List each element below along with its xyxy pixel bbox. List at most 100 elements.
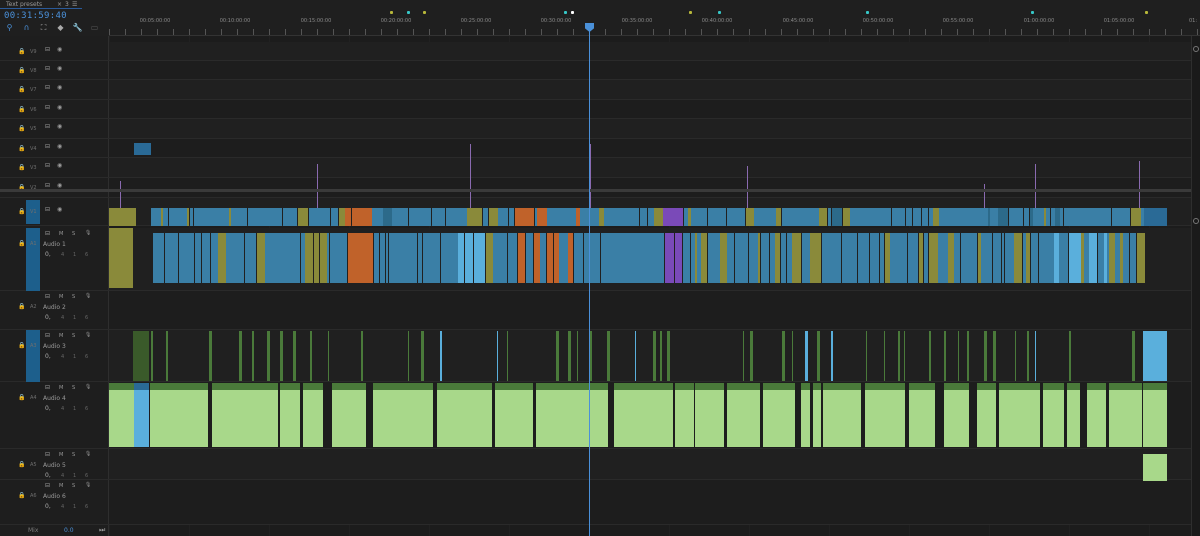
captions-icon[interactable]: ▭ (88, 23, 101, 34)
vertical-scrollbar[interactable] (1191, 36, 1200, 536)
video-clip-v1[interactable] (913, 208, 921, 226)
audio-clip-a1[interactable] (618, 233, 626, 283)
video-clip-v1[interactable] (746, 208, 754, 226)
sync-lock-icon[interactable]: ⊟ (45, 123, 50, 130)
sync-lock-icon[interactable]: ⊟ (45, 84, 50, 91)
video-clip-v1[interactable] (521, 208, 529, 226)
audio-clip-a4[interactable] (763, 383, 795, 447)
video-clip-v1[interactable] (205, 208, 215, 226)
video-clip-v1[interactable] (945, 208, 954, 226)
video-clip-v1[interactable] (169, 208, 176, 226)
video-audio-divider[interactable] (0, 189, 1200, 192)
audio-clip-a4[interactable] (1087, 383, 1106, 447)
audio-lane-a5[interactable] (109, 449, 1191, 480)
scroll-zoom-handle-top[interactable] (1193, 46, 1199, 52)
mute-button[interactable]: M (59, 294, 63, 300)
video-clip-v1[interactable] (828, 208, 831, 226)
video-clip-v1[interactable] (727, 208, 735, 226)
audio-clip-a5[interactable] (1143, 454, 1167, 481)
audio-clip-a1[interactable] (271, 233, 280, 283)
video-clip-v1[interactable] (636, 208, 639, 226)
audio-clip-a1[interactable] (727, 233, 734, 283)
audio-clip-a1[interactable] (898, 233, 907, 283)
audio-clip-a1[interactable] (824, 233, 832, 283)
track-target-a5[interactable]: A5 (30, 462, 37, 468)
audio-clip-a1[interactable] (910, 233, 918, 283)
video-clip-v1[interactable] (854, 208, 861, 226)
audio-clip-a1[interactable] (449, 233, 458, 283)
timeline-tracks[interactable] (109, 36, 1191, 536)
audio-clip-a3[interactable] (750, 331, 753, 381)
audio-clip-a4[interactable] (944, 383, 969, 447)
video-clip-v1[interactable] (1033, 208, 1040, 226)
video-clip-v1[interactable] (990, 208, 998, 226)
sync-lock-icon[interactable]: ⊟ (45, 162, 50, 169)
audio-clip-a1[interactable] (1069, 233, 1077, 283)
audio-clip-a4[interactable] (596, 383, 608, 447)
audio-clip-a1[interactable] (601, 233, 609, 283)
audio-clip-a3[interactable] (133, 331, 149, 381)
track-volume[interactable]: 0, (45, 251, 51, 258)
audio-clip-a1[interactable] (174, 233, 178, 283)
audio-clip-a1[interactable] (568, 233, 573, 283)
audio-clip-a1[interactable] (179, 233, 187, 283)
track-target-v8[interactable]: V8 (30, 68, 37, 74)
audio-clip-a3[interactable] (984, 331, 987, 381)
video-clip-v1[interactable] (806, 208, 813, 226)
audio-clip-a1[interactable] (792, 233, 801, 283)
add-marker-icon[interactable]: ◆ (54, 23, 67, 34)
video-clip-v1[interactable] (742, 208, 745, 226)
video-clip-thin[interactable] (470, 144, 471, 208)
audio-clip-a1[interactable] (961, 233, 970, 283)
audio-clip-a1[interactable] (382, 233, 385, 283)
video-clip-v1[interactable] (440, 208, 445, 226)
audio-clip-a1[interactable] (1123, 233, 1129, 283)
audio-clip-a1[interactable] (551, 233, 553, 283)
video-clip-v1[interactable] (240, 208, 247, 226)
video-clip-v1[interactable] (412, 208, 419, 226)
video-clip-v1[interactable] (885, 208, 891, 226)
video-clip-v1[interactable] (723, 208, 726, 226)
video-clip-v1[interactable] (187, 208, 189, 226)
eye-icon[interactable]: ◉ (57, 123, 62, 130)
audio-clip-a4[interactable] (303, 383, 323, 447)
audio-lane-a2[interactable] (109, 291, 1191, 330)
video-clip-v1[interactable] (1122, 208, 1130, 226)
video-clip-v1[interactable] (423, 208, 431, 226)
lock-icon[interactable]: 🔒 (18, 208, 25, 215)
audio-clip-a4[interactable] (109, 383, 134, 447)
audio-clip-a4[interactable] (695, 383, 724, 447)
audio-clip-a1[interactable] (339, 233, 347, 283)
lock-icon[interactable]: 🔒 (18, 342, 25, 349)
video-clip-v1[interactable] (197, 208, 205, 226)
track-volume[interactable]: 0, (45, 472, 51, 479)
timeline-marker[interactable] (1145, 11, 1148, 14)
video-clip-v1[interactable] (776, 208, 781, 226)
solo-button[interactable]: S (72, 231, 75, 237)
video-clip-v1[interactable] (529, 208, 534, 226)
video-clip-v1[interactable] (298, 208, 308, 226)
audio-clip-a3[interactable] (1027, 331, 1029, 381)
audio-clip-a4[interactable] (999, 383, 1040, 447)
lock-icon[interactable]: 🔒 (18, 67, 25, 74)
video-clip-v1[interactable] (221, 208, 229, 226)
video-clip-thin[interactable] (317, 164, 318, 208)
audio-clip-a1[interactable] (518, 233, 525, 283)
video-clip-v1[interactable] (832, 208, 842, 226)
audio-clip-a3[interactable] (310, 331, 312, 381)
video-clip-v1[interactable] (537, 208, 547, 226)
lock-icon[interactable]: 🔒 (18, 125, 25, 132)
video-clip-v1[interactable] (432, 208, 440, 226)
sync-lock-icon[interactable]: ⊟ (45, 182, 50, 189)
audio-clip-a1[interactable] (386, 233, 388, 283)
video-clip-v1[interactable] (231, 208, 240, 226)
lock-icon[interactable]: 🔒 (18, 86, 25, 93)
audio-clip-a1[interactable] (187, 233, 194, 283)
video-clip-v1[interactable] (735, 208, 742, 226)
video-clip-v1[interactable] (1013, 208, 1023, 226)
video-clip-v1[interactable] (333, 208, 338, 226)
timeline-marker[interactable] (407, 11, 410, 14)
video-clip-v1[interactable] (1064, 208, 1073, 226)
sync-lock-icon[interactable]: ⊟ (45, 46, 50, 53)
video-clip-v1[interactable] (871, 208, 879, 226)
